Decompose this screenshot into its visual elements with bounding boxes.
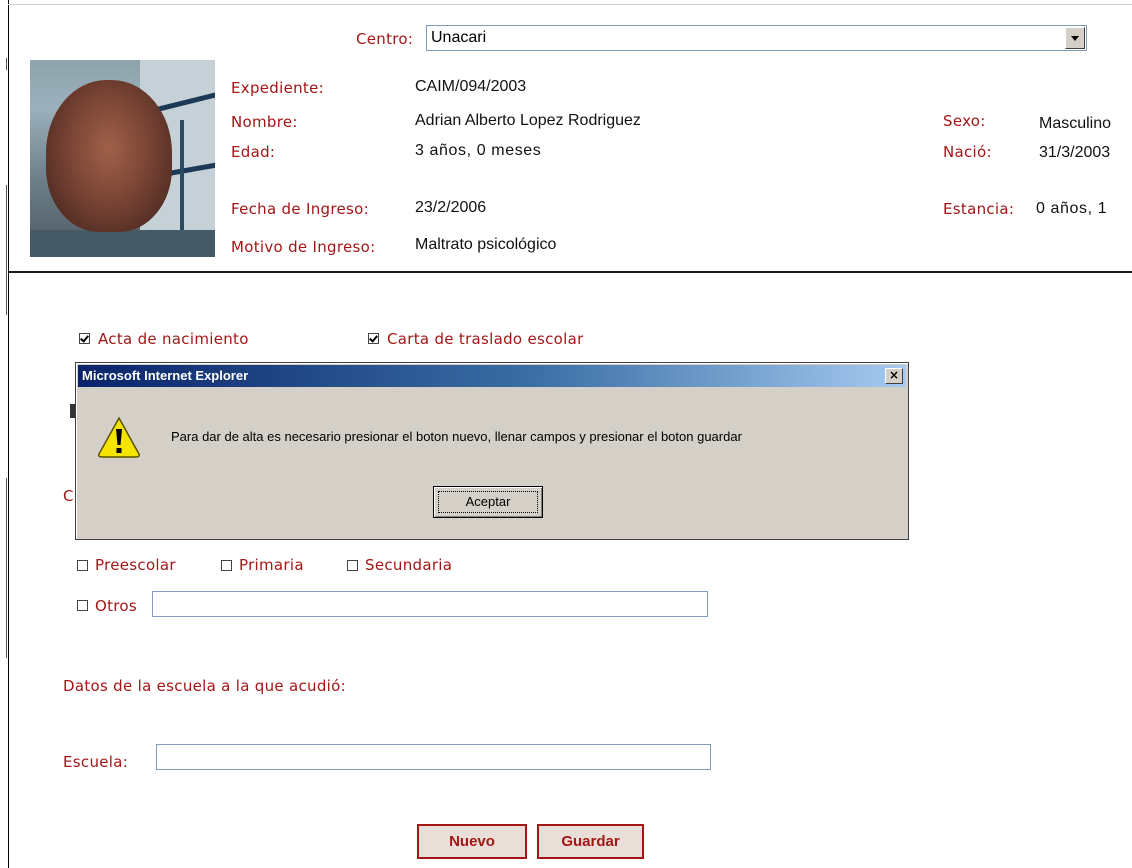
expediente-label: Expediente: [231,79,324,97]
secundaria-label: Secundaria [365,556,453,574]
estancia-label: Estancia: [943,200,1015,218]
primaria-checkbox[interactable] [221,560,232,571]
nacio-label: Nació: [943,143,992,161]
nombre-label: Nombre: [231,113,298,131]
otros-label: Otros [95,597,138,615]
carta-traslado-label: Carta de traslado escolar [387,330,584,348]
frame-edge-mark [0,185,7,315]
dialog-message: Para dar de alta es necesario presionar … [171,429,742,444]
section-divider [8,271,1132,273]
escuela-text-field[interactable] [157,745,710,769]
otros-input[interactable] [152,591,708,617]
secundaria-checkbox[interactable] [347,560,358,571]
frame-edge-mark [0,58,7,70]
nombre-value: Adrian Alberto Lopez Rodriguez [415,112,641,129]
child-photo [30,60,215,257]
hidden-section-label: C [63,487,74,505]
nacio-value: 31/3/2003 [1039,144,1111,161]
nuevo-button[interactable]: Nuevo [417,824,527,859]
school-section-title: Datos de la escuela a la que acudió: [63,677,346,695]
guardar-button[interactable]: Guardar [537,824,644,859]
alert-dialog: Microsoft Internet Explorer × Para dar d… [75,362,909,540]
motivo-label: Motivo de Ingreso: [231,238,376,256]
edad-value: 3 años, 0 meses [415,142,542,159]
fecha-ingreso-value: 23/2/2006 [415,199,487,216]
carta-traslado-checkbox[interactable] [368,333,379,344]
escuela-label: Escuela: [63,753,129,771]
motivo-value: Maltrato psicológico [415,236,557,253]
page-frame-top [8,4,1132,5]
fecha-ingreso-label: Fecha de Ingreso: [231,200,369,218]
sexo-label: Sexo: [943,112,986,130]
aceptar-button[interactable]: Aceptar [433,486,543,518]
close-icon[interactable]: × [885,368,903,384]
centro-selected-value: Unacari [431,29,487,46]
chevron-down-icon [1071,36,1079,41]
otros-checkbox[interactable] [77,600,88,611]
preescolar-checkbox[interactable] [77,560,88,571]
frame-edge-mark [0,478,7,658]
otros-text-field[interactable] [153,592,707,616]
warning-icon [98,416,140,458]
acta-nacimiento-checkbox[interactable] [79,333,90,344]
estancia-value: 0 años, 1 [1036,200,1108,217]
dropdown-button[interactable] [1065,27,1085,49]
primaria-label: Primaria [239,556,304,574]
sexo-value: Masculino [1039,115,1112,132]
edad-label: Edad: [231,143,276,161]
page-frame-left [8,0,9,868]
expediente-value: CAIM/094/2003 [415,78,527,95]
centro-label: Centro: [356,30,414,48]
escuela-input[interactable] [156,744,711,770]
preescolar-label: Preescolar [95,556,176,574]
centro-select[interactable]: Unacari [426,25,1087,51]
dialog-title: Microsoft Internet Explorer [82,368,249,383]
dialog-titlebar[interactable]: Microsoft Internet Explorer × [78,365,906,387]
focus-rect [438,491,538,513]
acta-nacimiento-label: Acta de nacimiento [98,330,249,348]
